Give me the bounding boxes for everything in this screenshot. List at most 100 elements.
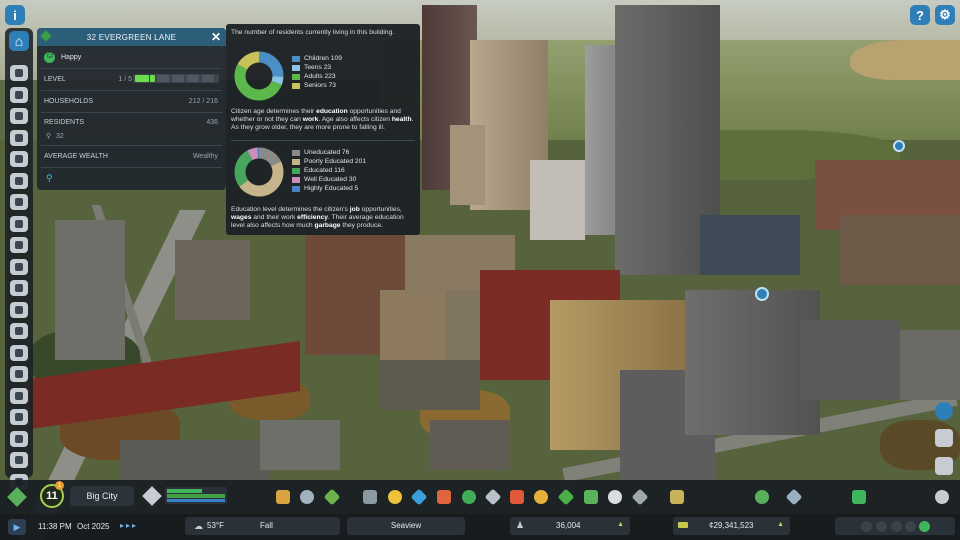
- level-segment: [202, 75, 214, 82]
- sand-field: [850, 40, 960, 80]
- info-icon[interactable]: i: [5, 5, 25, 25]
- mid-tower: [530, 160, 585, 240]
- rail-tool-button[interactable]: [10, 258, 28, 275]
- roads-icon[interactable]: [363, 490, 377, 504]
- legend-swatch: [292, 73, 300, 80]
- rail-tool-button[interactable]: [10, 280, 28, 296]
- gear-icon[interactable]: ⚙: [935, 5, 955, 25]
- tool-rail: [5, 28, 33, 490]
- progression-icon[interactable]: [852, 490, 866, 504]
- parks-icon[interactable]: [584, 490, 598, 504]
- notification-marker[interactable]: [893, 140, 905, 152]
- weather-panel[interactable]: ☁ 53°F Fall: [185, 517, 340, 535]
- play-button[interactable]: ▶: [8, 519, 26, 535]
- stat-bar: [167, 499, 225, 502]
- education-legend: Uneducated 76 Poorly Educated 201 Educated…: [292, 148, 366, 193]
- residents-label: RESIDENTS: [44, 119, 85, 126]
- zoning-icon[interactable]: [276, 490, 290, 504]
- indicator-dot: [876, 521, 887, 532]
- district-name: Seaview: [390, 521, 422, 530]
- divider: [41, 167, 222, 168]
- legend-label: Educated 116: [304, 166, 345, 174]
- divider: [41, 68, 222, 69]
- legend-label: Seniors 73: [304, 81, 336, 89]
- grey-block: [800, 320, 900, 400]
- landmark-icon[interactable]: [670, 490, 684, 504]
- happiness-status: Happy: [61, 54, 82, 61]
- area-icon[interactable]: [300, 490, 314, 504]
- speed-icon[interactable]: ▸▸▸: [120, 521, 160, 533]
- tall-tower: [450, 125, 485, 205]
- rail-tool-button[interactable]: [10, 65, 28, 81]
- rail-tool-button[interactable]: [10, 452, 28, 468]
- money-panel[interactable]: ¢29,341,523 ▲: [673, 517, 790, 535]
- fire-icon[interactable]: [510, 490, 524, 504]
- level-segment: [172, 75, 184, 82]
- legend-label: Poorly Educated 201: [304, 157, 367, 165]
- panel-header: 32 EVERGREEN LANE ✕: [37, 28, 226, 46]
- panel-title: 32 EVERGREEN LANE: [86, 33, 177, 42]
- chirper-icon[interactable]: [935, 457, 953, 475]
- wealth-label: AVERAGE WEALTH: [44, 153, 108, 160]
- city-name[interactable]: Big City: [70, 486, 134, 506]
- rail-tool-button[interactable]: [10, 194, 28, 210]
- low-building: [900, 330, 960, 400]
- close-icon[interactable]: ✕: [211, 30, 221, 44]
- low-building: [380, 360, 480, 410]
- legend-label: Adults 223: [304, 72, 336, 80]
- photo-mode-icon[interactable]: [935, 490, 949, 504]
- rail-tool-button[interactable]: [10, 344, 28, 361]
- rail-tool-button[interactable]: [10, 366, 28, 382]
- garbage-icon[interactable]: [462, 490, 476, 504]
- rail-tool-button[interactable]: [10, 409, 28, 425]
- money-icon: [678, 522, 688, 528]
- level-label: LEVEL: [44, 76, 66, 83]
- legend-swatch: [292, 176, 300, 183]
- city-stats-bars: [165, 487, 227, 504]
- legend-swatch: [292, 82, 300, 89]
- rail-tool-button[interactable]: [10, 237, 28, 253]
- notification-marker[interactable]: [755, 287, 769, 301]
- rail-tool-button[interactable]: [10, 172, 28, 189]
- legend-item: Poorly Educated 201: [292, 157, 366, 166]
- divider: [41, 145, 222, 146]
- citizens-icon[interactable]: [935, 429, 953, 447]
- district-panel[interactable]: Seaview: [347, 517, 465, 535]
- police-icon[interactable]: [534, 490, 548, 504]
- education-donut-chart: [234, 147, 284, 197]
- rail-tool-button[interactable]: [10, 430, 28, 447]
- population-panel[interactable]: ♟ 36,004 ▲: [510, 517, 630, 535]
- rail-tool-button[interactable]: [10, 387, 28, 404]
- level-segment: [187, 75, 199, 82]
- rail-tool-button[interactable]: [10, 151, 28, 167]
- healthcare-icon[interactable]: [437, 490, 451, 504]
- map-tiles-icon[interactable]: [755, 490, 769, 504]
- communications-icon[interactable]: [608, 490, 622, 504]
- level-segment: [150, 75, 155, 82]
- rail-tool-button[interactable]: [10, 129, 28, 146]
- legend-item: Seniors 73: [292, 81, 342, 90]
- households-label: HOUSEHOLDS: [44, 98, 94, 105]
- rail-tool-button[interactable]: [10, 301, 28, 318]
- rail-tool-button[interactable]: [10, 86, 28, 103]
- low-building: [120, 440, 270, 485]
- legend-label: Highly Educated 5: [304, 184, 359, 192]
- locate-icon[interactable]: ⚲: [46, 173, 53, 184]
- rail-tool-button[interactable]: [10, 108, 28, 124]
- rail-tool-button[interactable]: [10, 215, 28, 232]
- radio-icon[interactable]: [935, 402, 953, 420]
- legend-swatch: [292, 149, 300, 156]
- households-value: 212 / 216: [188, 98, 218, 105]
- happiness-indicator[interactable]: [919, 521, 930, 532]
- education-description: Education level determines the citizen's…: [231, 206, 404, 229]
- residents-sub-icon: ⚲: [46, 133, 52, 140]
- legend-label: Well Educated 30: [304, 175, 357, 183]
- home-icon[interactable]: [9, 31, 29, 51]
- rail-tool-button[interactable]: [10, 323, 28, 339]
- population-value: 36,004: [556, 521, 581, 530]
- legend-swatch: [292, 167, 300, 174]
- legend-swatch: [292, 55, 300, 62]
- electricity-icon[interactable]: [388, 490, 402, 504]
- divider: [41, 90, 222, 91]
- question-icon[interactable]: ?: [910, 5, 930, 25]
